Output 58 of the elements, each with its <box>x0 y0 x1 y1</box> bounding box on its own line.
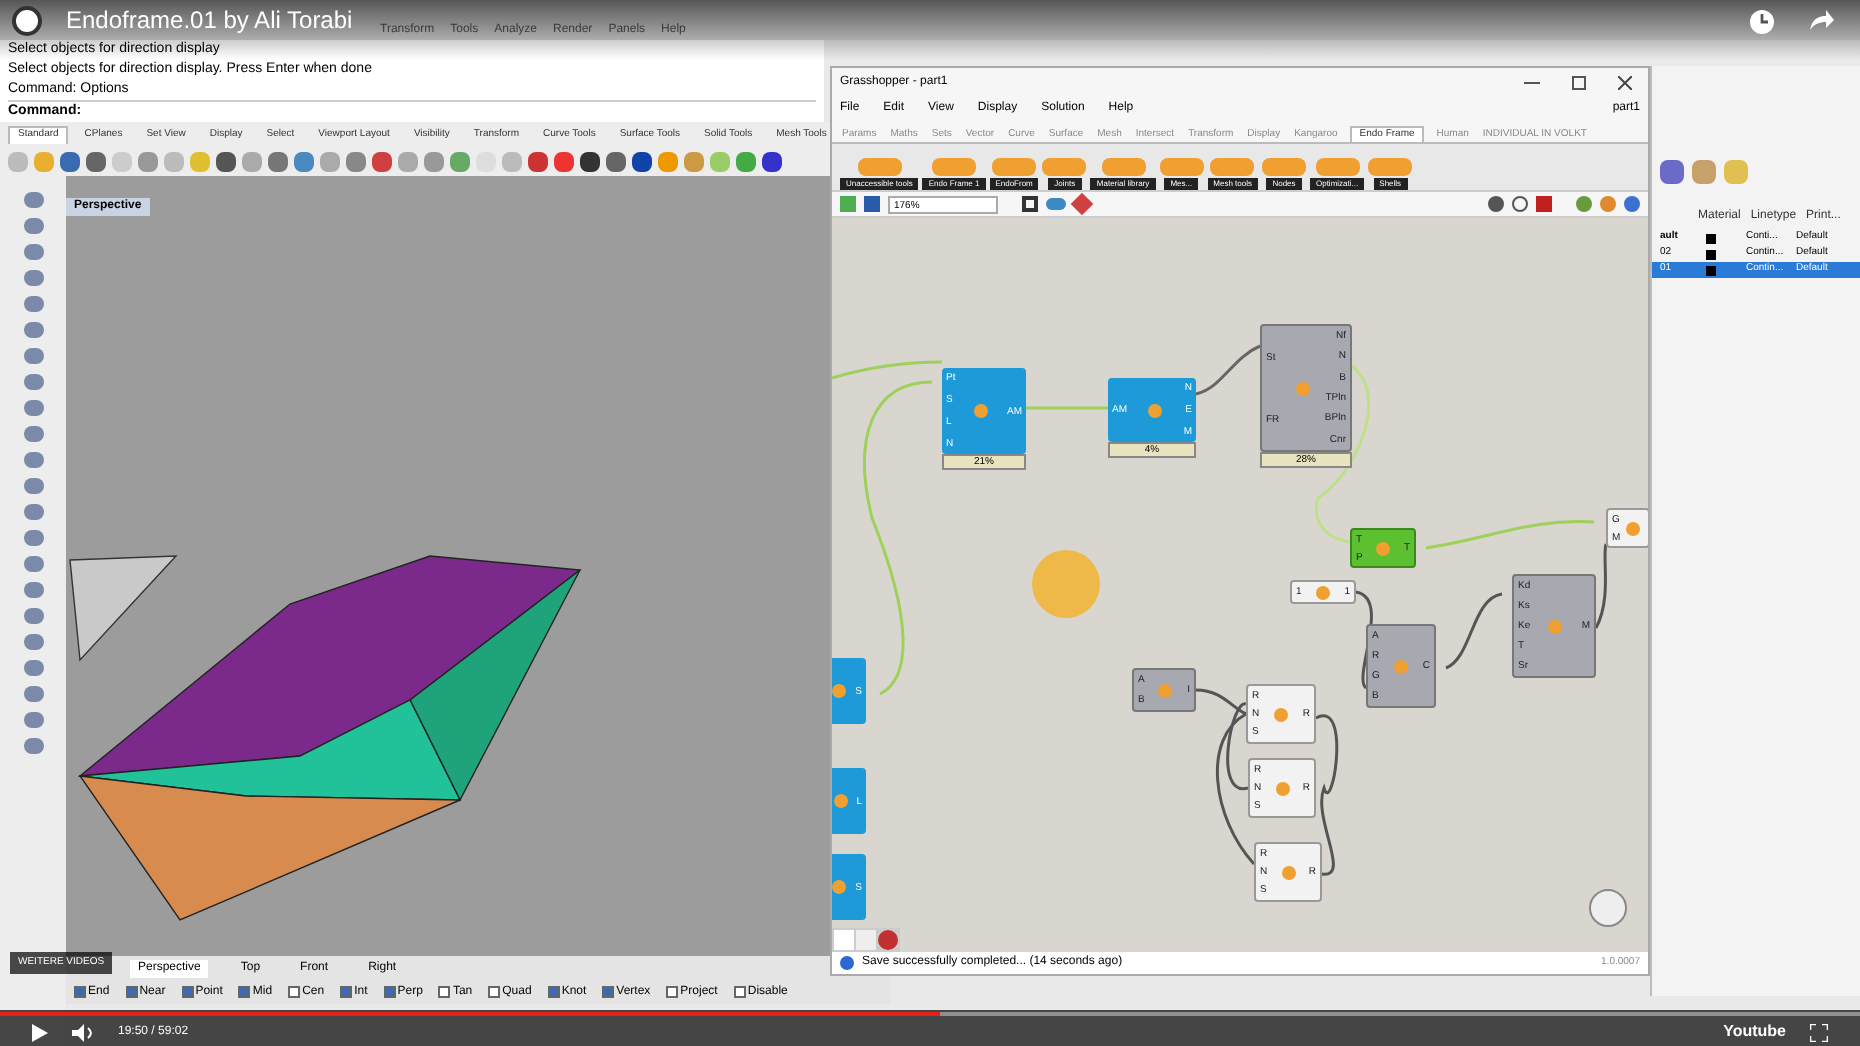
volume-icon[interactable] <box>72 1023 94 1041</box>
brand-logo[interactable]: Youtube <box>1723 1020 1786 1044</box>
component-icon <box>832 880 847 894</box>
component-icon <box>1158 683 1173 697</box>
osnap-checkbox[interactable] <box>340 986 353 998</box>
component-icon <box>1548 619 1563 633</box>
component-icon <box>1148 403 1163 417</box>
component-icon[interactable] <box>1315 158 1360 176</box>
layer-color-swatch <box>1706 265 1716 275</box>
info-icon <box>840 956 854 970</box>
preview-icon[interactable] <box>1488 196 1504 212</box>
component-icon <box>1376 541 1391 555</box>
component-icon <box>1281 865 1295 879</box>
component-icon[interactable] <box>1210 158 1255 176</box>
wire <box>1195 344 1261 396</box>
component-icon[interactable] <box>1368 158 1413 176</box>
component-icon <box>1295 381 1310 395</box>
component-icon <box>1316 585 1330 599</box>
component-icon[interactable] <box>1042 158 1087 176</box>
osnap-checkbox[interactable] <box>733 986 746 998</box>
component-icon[interactable] <box>932 158 977 176</box>
component-icon <box>832 684 847 698</box>
osnap-checkbox[interactable] <box>383 986 396 998</box>
component-icon <box>1394 659 1409 673</box>
minimize-button[interactable] <box>1524 81 1540 83</box>
component-icon[interactable] <box>1261 158 1306 176</box>
clock-icon[interactable] <box>1748 8 1776 36</box>
osnap-checkbox[interactable] <box>547 986 560 998</box>
component-icon[interactable] <box>992 158 1037 176</box>
osnap-checkbox[interactable] <box>666 986 679 998</box>
osnap-checkbox[interactable] <box>288 986 301 998</box>
layer-color-swatch <box>1706 233 1716 243</box>
close-button[interactable] <box>1618 75 1632 89</box>
component-icon <box>974 404 989 418</box>
layer-color-swatch <box>1706 249 1716 259</box>
fullscreen-icon[interactable] <box>1810 1023 1828 1041</box>
osnap-checkbox[interactable] <box>438 986 451 998</box>
component-icon[interactable] <box>1101 158 1146 176</box>
cursor-highlight-icon <box>1032 550 1100 618</box>
play-icon[interactable] <box>32 1023 48 1041</box>
maximize-button[interactable] <box>1572 75 1586 89</box>
wire <box>1445 592 1503 670</box>
osnap-checkbox[interactable] <box>74 986 86 998</box>
wire <box>1026 406 1108 410</box>
osnap-checkbox[interactable] <box>181 986 194 998</box>
video-title[interactable]: Endoframe.01 by Ali Torabi <box>66 8 353 34</box>
osnap-checkbox[interactable] <box>125 986 138 998</box>
osnap-checkbox[interactable] <box>488 986 501 998</box>
share-icon[interactable] <box>1808 8 1836 32</box>
component-icon[interactable] <box>857 158 902 176</box>
component-icon <box>1625 521 1640 535</box>
osnap-checkbox[interactable] <box>238 986 251 998</box>
component-icon[interactable] <box>1159 158 1204 176</box>
component-icon <box>1274 707 1288 721</box>
component-icon <box>833 794 848 808</box>
component-icon <box>1275 781 1289 795</box>
osnap-checkbox[interactable] <box>602 986 615 998</box>
navigation-widget-icon[interactable] <box>1589 889 1627 927</box>
